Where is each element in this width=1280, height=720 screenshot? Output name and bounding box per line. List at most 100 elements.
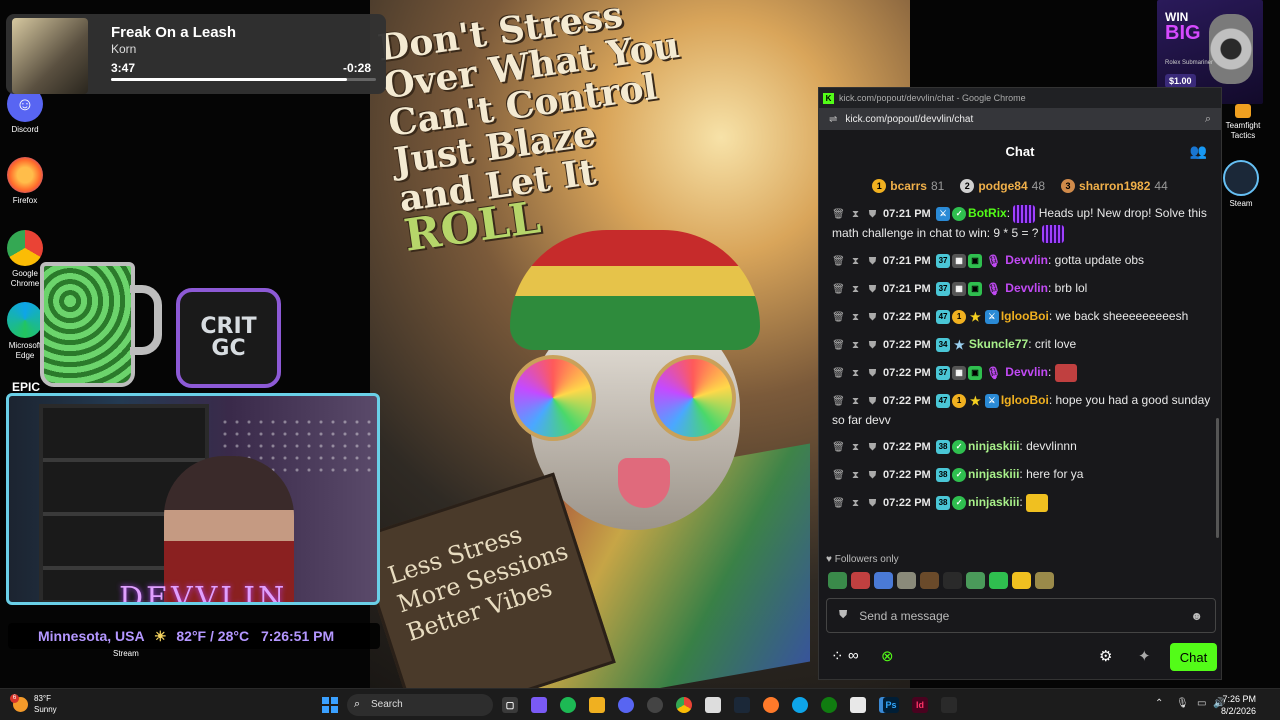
message-input[interactable]: ⛊ Send a message ☻ <box>826 598 1216 633</box>
leaderboard-entry[interactable]: 1 bcarrs 81 <box>872 178 944 193</box>
ban-shield-icon[interactable]: ⛊ <box>866 365 879 383</box>
discord-taskbar-icon[interactable] <box>618 697 634 713</box>
message-username[interactable]: Devvlin <box>1005 253 1048 267</box>
chat-messages[interactable]: 🗑 ⧗ ⛊ 07:21 PM ⚔ ✓ BotRix: Heads up! New drop… <box>819 200 1223 546</box>
emoji-icon[interactable]: ☻ <box>1190 609 1203 623</box>
ban-shield-icon[interactable]: ⛊ <box>866 337 879 355</box>
spotify-icon[interactable] <box>560 697 576 713</box>
desktop-icon-tft[interactable]: Teamfight Tactics <box>1218 104 1268 141</box>
chat-message[interactable]: 🗑 ⧗ ⛊ 07:22 PM 47 1 ★ ⚔ IglooBoi: we back sheee… <box>819 303 1223 331</box>
photoshop-icon[interactable]: Ps <box>883 697 899 713</box>
delete-message-icon[interactable]: 🗑 <box>832 439 845 457</box>
chat-message[interactable]: 🗑 ⧗ ⛊ 07:22 PM 47 1 ★ ⚔ IglooBoi: hope you had … <box>819 387 1223 433</box>
delete-message-icon[interactable]: 🗑 <box>832 393 845 411</box>
timeout-icon[interactable]: ⧗ <box>849 365 862 383</box>
delete-message-icon[interactable]: 🗑 <box>832 337 845 355</box>
chat-message[interactable]: 🗑 ⧗ ⛊ 07:21 PM 37 ▦ ▣ 🎙 Devvlin: brb lol <box>819 275 1223 303</box>
ban-shield-icon[interactable]: ⛊ <box>866 467 879 485</box>
chrome-popout-window[interactable]: K kick.com/popout/devvlin/chat - Google … <box>818 87 1222 680</box>
store-icon[interactable] <box>705 697 721 713</box>
emote[interactable] <box>966 572 985 589</box>
chat-message[interactable]: 🗑 ⧗ ⛊ 07:22 PM 38 ✓ ninjaskiii: <box>819 489 1223 517</box>
send-chat-button[interactable]: Chat <box>1170 643 1217 671</box>
window-titlebar[interactable]: K kick.com/popout/devvlin/chat - Google … <box>819 88 1221 108</box>
delete-message-icon[interactable]: 🗑 <box>832 309 845 327</box>
chat-message[interactable]: 🗑 ⧗ ⛊ 07:21 PM ⚔ ✓ BotRix: Heads up! New drop… <box>819 200 1223 247</box>
puzzle-icon[interactable]: ✦ <box>1138 647 1151 665</box>
ban-shield-icon[interactable]: ⛊ <box>866 439 879 457</box>
network-icon[interactable]: ▭ <box>1197 698 1206 709</box>
timeout-icon[interactable]: ⧗ <box>849 337 862 355</box>
emote[interactable] <box>1041 224 1064 243</box>
site-info-icon[interactable]: ⇌ <box>829 114 837 125</box>
firefox-taskbar-icon[interactable] <box>763 697 779 713</box>
chat-message[interactable]: 🗑 ⧗ ⛊ 07:22 PM 38 ✓ ninjaskiii: here for ya <box>819 461 1223 489</box>
address-bar[interactable]: ⇌ kick.com/popout/devvlin/chat ⌕ <box>819 108 1221 130</box>
taskbar-condition[interactable]: Sunny <box>34 705 57 714</box>
emote[interactable] <box>1026 493 1049 512</box>
chrome-taskbar-icon[interactable] <box>676 697 692 713</box>
emote[interactable] <box>1035 572 1054 589</box>
file-explorer-icon[interactable] <box>589 697 605 713</box>
address-url[interactable]: kick.com/popout/devvlin/chat <box>845 114 973 125</box>
infinity-icon[interactable]: ∞ <box>848 647 859 664</box>
chat-message[interactable]: 🗑 ⧗ ⛊ 07:22 PM 34 ★ Skuncle77: crit love <box>819 331 1223 359</box>
task-view-icon[interactable]: ▢ <box>502 697 518 713</box>
kick-icon[interactable]: ⊗ <box>881 647 894 665</box>
message-username[interactable]: ninjaskiii <box>968 495 1019 509</box>
message-username[interactable]: Skuncle77 <box>969 337 1028 351</box>
message-username[interactable]: ninjaskiii <box>968 467 1019 481</box>
ban-shield-icon[interactable]: ⛊ <box>866 253 879 271</box>
taskbar-search[interactable]: Search <box>347 694 493 716</box>
timeout-icon[interactable]: ⧗ <box>849 495 862 513</box>
delete-message-icon[interactable]: 🗑 <box>832 467 845 485</box>
timeout-icon[interactable]: ⧗ <box>849 393 862 411</box>
track-progress[interactable] <box>111 78 376 81</box>
emote[interactable] <box>828 572 847 589</box>
chat-message[interactable]: 🗑 ⧗ ⛊ 07:22 PM 37 ▦ ▣ 🎙 Devvlin: <box>819 359 1223 387</box>
system-clock[interactable]: 7:26 PM 8/2/2026 <box>1221 693 1256 717</box>
emote[interactable] <box>874 572 893 589</box>
emote-bar[interactable] <box>828 572 1054 589</box>
steam-running-icon[interactable] <box>941 697 957 713</box>
timeout-icon[interactable]: ⧗ <box>849 467 862 485</box>
chat-message[interactable]: 🗑 ⧗ ⛊ 07:22 PM 38 ✓ ninjaskiii: devvlinnn <box>819 433 1223 461</box>
delete-message-icon[interactable]: 🗑 <box>832 365 845 383</box>
message-username[interactable]: IglooBoi <box>1001 393 1049 407</box>
microphone-icon[interactable]: 🎙 <box>1176 698 1189 709</box>
ban-shield-icon[interactable]: ⛊ <box>866 495 879 513</box>
message-username[interactable]: ninjaskiii <box>968 439 1019 453</box>
taskbar-temp[interactable]: 83°F <box>34 694 51 703</box>
message-username[interactable]: BotRix <box>968 206 1007 220</box>
settings-gear-icon[interactable]: ⚙ <box>1099 647 1112 665</box>
delete-message-icon[interactable]: 🗑 <box>832 495 845 513</box>
timeout-icon[interactable]: ⧗ <box>849 281 862 299</box>
emote[interactable] <box>851 572 870 589</box>
message-username[interactable]: Devvlin <box>1005 281 1048 295</box>
tray-overflow-icon[interactable]: ⌃ <box>1155 698 1163 709</box>
emote[interactable] <box>1012 572 1031 589</box>
leaderboard-entry[interactable]: 3 sharron1982 44 <box>1061 178 1168 193</box>
chat-scrollbar[interactable] <box>1216 418 1219 538</box>
github-icon[interactable] <box>647 697 663 713</box>
ban-shield-icon[interactable]: ⛊ <box>866 393 879 411</box>
steam-taskbar-icon[interactable] <box>734 697 750 713</box>
shield-icon[interactable]: ⛊ <box>839 609 847 622</box>
chat-message[interactable]: 🗑 ⧗ ⛊ 07:21 PM 37 ▦ ▣ 🎙 Devvlin: gotta update o… <box>819 247 1223 275</box>
emote[interactable] <box>1013 204 1036 223</box>
ban-shield-icon[interactable]: ⛊ <box>866 309 879 327</box>
zoom-icon[interactable]: ⌕ <box>1205 113 1211 126</box>
users-icon[interactable]: 👥 <box>1190 143 1207 160</box>
stream-icon-label[interactable]: Stream <box>113 649 139 658</box>
emote[interactable] <box>897 572 916 589</box>
timeout-icon[interactable]: ⧗ <box>849 253 862 271</box>
delete-message-icon[interactable]: 🗑 <box>832 281 845 299</box>
ban-shield-icon[interactable]: ⛊ <box>866 206 879 224</box>
start-button-icon[interactable] <box>322 697 338 713</box>
snipping-tool-icon[interactable] <box>850 697 866 713</box>
timeout-icon[interactable]: ⧗ <box>849 439 862 457</box>
leaderboard-entry[interactable]: 2 podge84 48 <box>960 178 1045 193</box>
desktop-icon-firefox[interactable]: Firefox <box>0 157 50 206</box>
xbox-icon[interactable] <box>821 697 837 713</box>
emote[interactable] <box>1054 363 1077 382</box>
